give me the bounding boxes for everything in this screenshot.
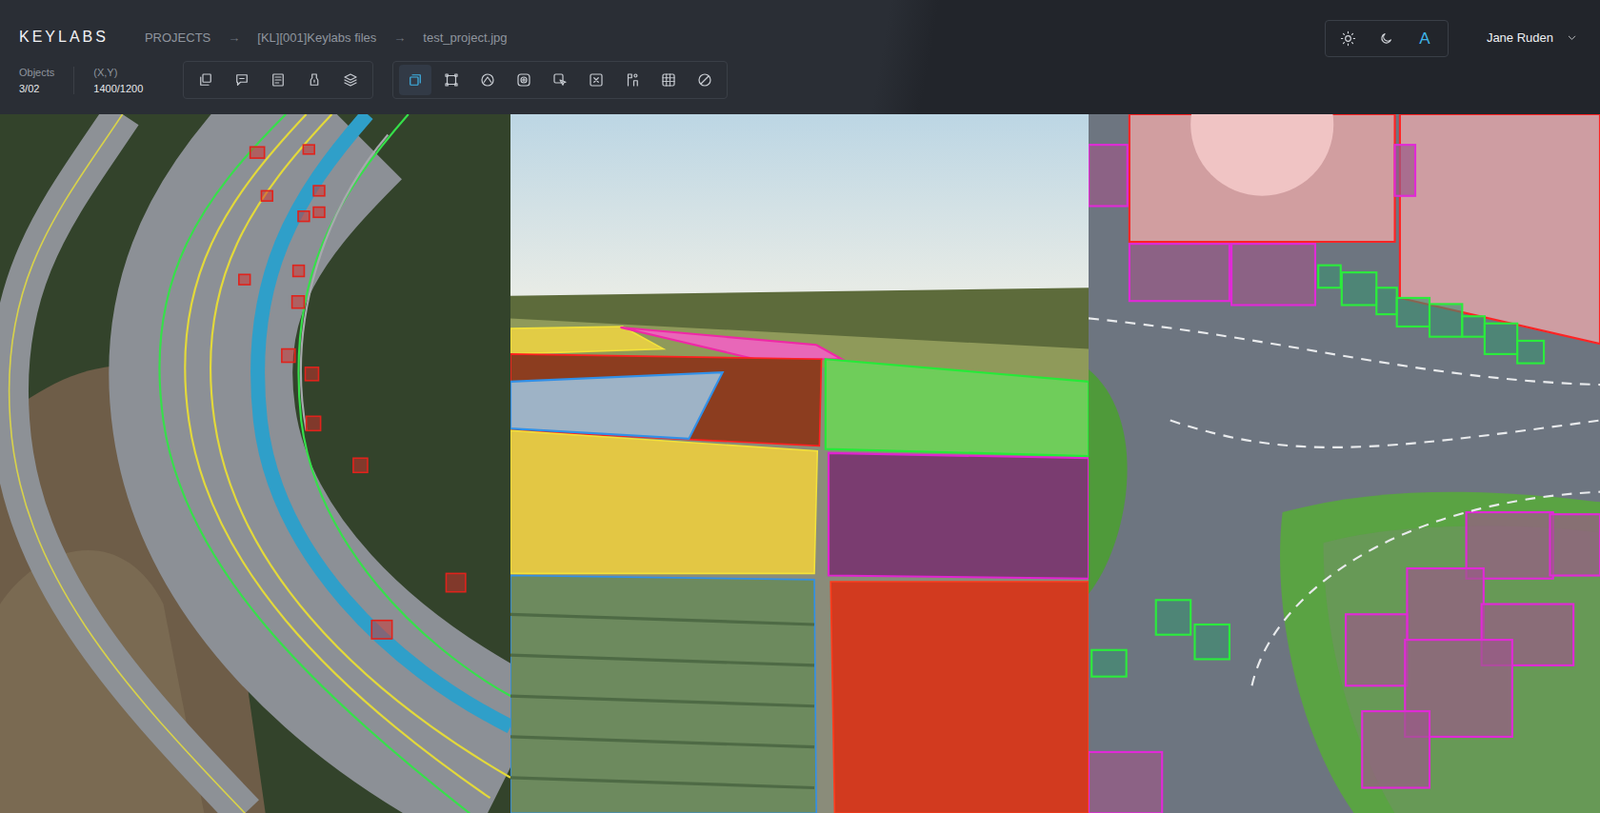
stat: (X,Y) 1400/1200 [73, 66, 162, 95]
stat-value: 1400/1200 [93, 82, 143, 95]
tool-button[interactable] [435, 64, 468, 96]
breadcrumb: PROJECTS → [KL][001]Keylabs files → test_pro… [135, 30, 508, 45]
header-left: KEYLABS PROJECTS → [KL][001]Keylabs files → t… [19, 20, 747, 115]
tool-button[interactable] [298, 64, 331, 96]
breadcrumb-item[interactable]: test_project.jpg [422, 30, 507, 45]
bounding-box-icon [406, 71, 424, 89]
tool-button[interactable] [261, 64, 295, 96]
breadcrumb-item[interactable]: PROJECTS [144, 30, 211, 45]
header-right: A Jane Ruden [1324, 20, 1578, 115]
list-icon [269, 71, 287, 89]
tool-button[interactable] [334, 64, 367, 96]
tool-button[interactable] [652, 64, 685, 96]
sun-icon [1340, 30, 1357, 47]
tool-button[interactable] [688, 64, 721, 96]
image-canvas[interactable] [0, 114, 1600, 813]
tool-button[interactable] [616, 64, 649, 96]
theme-option[interactable]: A [1407, 24, 1442, 54]
stat: Objects 3/02 [19, 66, 74, 95]
theme-option[interactable] [1369, 24, 1404, 54]
moon-icon [1378, 30, 1395, 47]
stat-label: Objects [19, 66, 55, 79]
tool-button[interactable] [399, 64, 432, 96]
segment-icon [515, 71, 533, 89]
breadcrumb-separator: → [393, 30, 406, 45]
tag-icon [305, 71, 323, 89]
tool-button[interactable] [225, 64, 259, 96]
breadcrumb-item[interactable]: [KL][001]Keylabs files [257, 30, 377, 45]
highway-photo[interactable] [0, 114, 511, 813]
copy-icon [197, 71, 215, 89]
theme-switcher: A [1324, 20, 1449, 58]
points-icon [442, 71, 460, 89]
logo[interactable]: KEYLABS [19, 28, 109, 46]
top-bar: KEYLABS PROJECTS → [KL][001]Keylabs files → t… [0, 0, 1600, 115]
tool-button[interactable] [471, 64, 504, 96]
user-name: Jane Ruden [1486, 30, 1554, 45]
comment-icon [233, 71, 251, 89]
select-icon [551, 71, 569, 89]
roundabout-photo[interactable] [1088, 114, 1600, 813]
ruler-icon [696, 71, 714, 89]
title-row: KEYLABS PROJECTS → [KL][001]Keylabs files → t… [19, 20, 747, 55]
tool-button[interactable] [580, 64, 613, 96]
tool-button[interactable] [543, 64, 577, 96]
stat-label: (X,Y) [93, 66, 143, 79]
panel-tools [182, 60, 374, 100]
fields-photo[interactable] [510, 114, 1089, 813]
breadcrumb-separator: → [227, 30, 240, 45]
tool-button[interactable] [507, 64, 540, 96]
toolbar-row: Objects 3/02 (X,Y) 1400/1200 [19, 60, 747, 100]
grid-icon [660, 71, 678, 89]
app: KEYLABS PROJECTS → [KL][001]Keylabs files → t… [0, 0, 1600, 813]
theme-option[interactable] [1331, 24, 1366, 54]
polygon-icon [479, 71, 497, 89]
tool-button[interactable] [189, 64, 222, 96]
stat-value: 3/02 [19, 82, 55, 95]
drawing-tools [392, 60, 728, 100]
layers-icon [341, 71, 360, 89]
keypoint-icon [623, 71, 641, 89]
stats: Objects 3/02 (X,Y) 1400/1200 [19, 66, 162, 95]
cuboid-icon [587, 71, 605, 89]
user-menu[interactable]: Jane Ruden [1486, 20, 1578, 56]
chevron-down-icon [1566, 32, 1578, 43]
